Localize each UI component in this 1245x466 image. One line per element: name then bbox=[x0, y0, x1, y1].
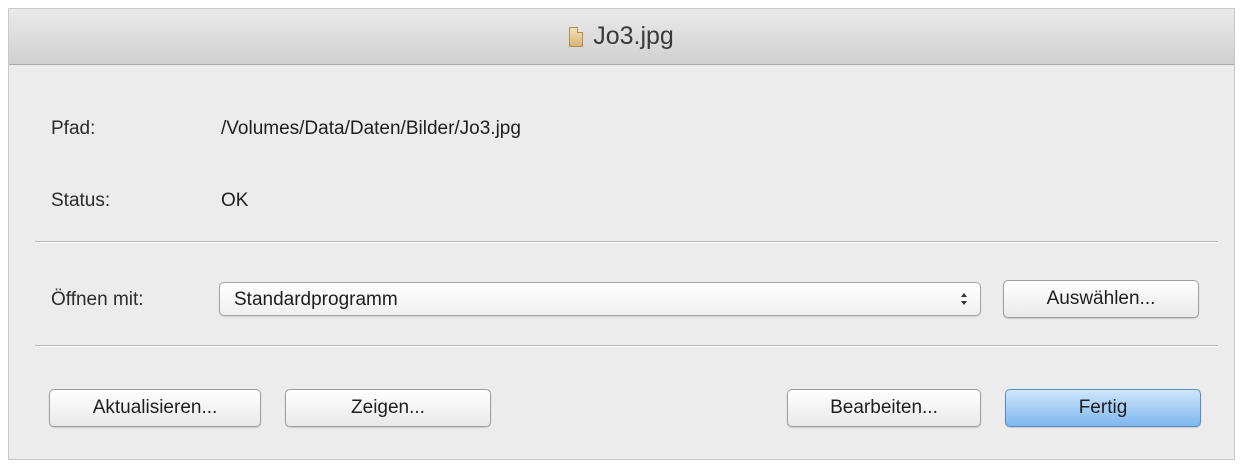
open-with-label: Öffnen mit: bbox=[51, 289, 144, 310]
choose-app-button[interactable]: Auswählen... bbox=[1003, 280, 1199, 318]
updown-arrows-icon bbox=[961, 293, 967, 305]
status-value: OK bbox=[221, 190, 249, 211]
done-button[interactable]: Fertig bbox=[1005, 389, 1201, 427]
refresh-button[interactable]: Aktualisieren... bbox=[49, 389, 261, 427]
divider-bottom bbox=[35, 345, 1218, 347]
path-label: Pfad: bbox=[51, 118, 96, 139]
window-title: Jo3.jpg bbox=[593, 22, 674, 50]
status-label: Status: bbox=[51, 190, 111, 211]
path-value: /Volumes/Data/Daten/Bilder/Jo3.jpg bbox=[221, 118, 521, 139]
show-button[interactable]: Zeigen... bbox=[285, 389, 491, 427]
divider-top bbox=[35, 241, 1218, 243]
file-info-dialog: Jo3.jpg Pfad: /Volumes/Data/Daten/Bilder… bbox=[8, 8, 1235, 460]
document-icon bbox=[569, 26, 584, 47]
title-wrap: Jo3.jpg bbox=[569, 22, 674, 51]
open-with-selected-value: Standardprogramm bbox=[234, 289, 398, 310]
title-bar[interactable]: Jo3.jpg bbox=[9, 9, 1234, 65]
edit-button[interactable]: Bearbeiten... bbox=[787, 389, 981, 427]
open-with-select[interactable]: Standardprogramm bbox=[219, 282, 981, 316]
